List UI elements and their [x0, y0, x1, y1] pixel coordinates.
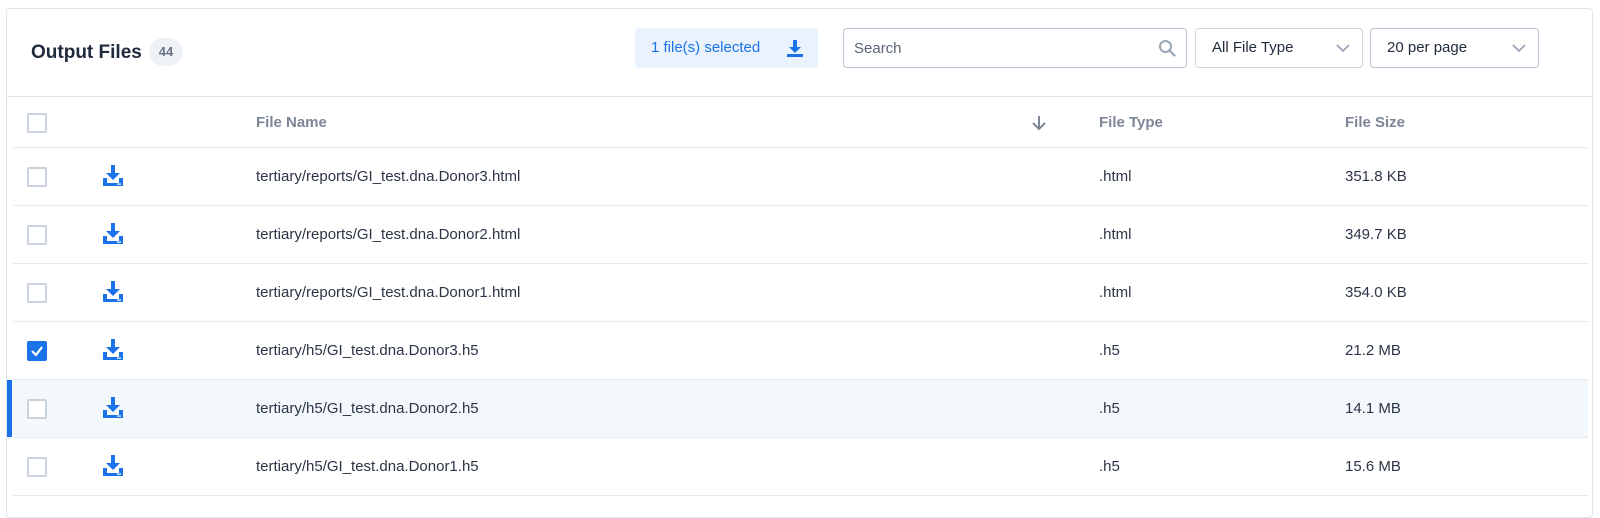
file-type-cell: .h5: [1099, 342, 1120, 359]
download-icon[interactable]: [101, 222, 125, 246]
table-row[interactable]: tertiary/h5/GI_test.dna.Donor2.h5 .h5 14.1…: [7, 380, 1588, 438]
file-size-cell: 354.0 KB: [1345, 284, 1407, 301]
file-type-select[interactable]: All File Type: [1195, 28, 1363, 68]
row-checkbox[interactable]: [27, 341, 47, 361]
output-files-panel: Output Files 44 1 file(s) selected All F…: [6, 8, 1593, 518]
row-checkbox[interactable]: [27, 457, 47, 477]
download-icon[interactable]: [101, 164, 125, 188]
search-box: [843, 28, 1187, 68]
download-icon[interactable]: [101, 454, 125, 478]
file-type-cell: .h5: [1099, 400, 1120, 417]
file-type-cell: .html: [1099, 284, 1132, 301]
row-checkbox[interactable]: [27, 399, 47, 419]
table-row[interactable]: tertiary/reports/GI_test.dna.Donor3.html…: [13, 148, 1588, 206]
file-size-cell: 351.8 KB: [1345, 168, 1407, 185]
page-size-value: 20 per page: [1387, 39, 1468, 56]
file-name-cell: tertiary/h5/GI_test.dna.Donor1.h5: [256, 458, 479, 475]
sort-desc-icon[interactable]: [1030, 113, 1048, 133]
file-name-cell: tertiary/reports/GI_test.dna.Donor3.html: [256, 168, 521, 185]
column-header-file-size[interactable]: File Size: [1345, 114, 1405, 131]
table-row[interactable]: tertiary/reports/GI_test.dna.Donor1.html…: [13, 264, 1588, 322]
file-type-value: All File Type: [1212, 39, 1294, 56]
file-name-cell: tertiary/reports/GI_test.dna.Donor2.html: [256, 226, 521, 243]
page-title: Output Files: [31, 42, 142, 63]
search-input[interactable]: [854, 29, 1154, 67]
check-icon: [31, 346, 43, 357]
file-size-cell: 15.6 MB: [1345, 458, 1401, 475]
download-selected-button[interactable]: 1 file(s) selected: [635, 28, 818, 68]
download-icon: [787, 40, 803, 57]
row-checkbox[interactable]: [27, 225, 47, 245]
row-checkbox[interactable]: [27, 283, 47, 303]
row-highlight-bar: [7, 380, 12, 437]
download-icon[interactable]: [101, 396, 125, 420]
table-body: tertiary/reports/GI_test.dna.Donor3.html…: [7, 148, 1588, 496]
chevron-down-icon: [1336, 44, 1350, 53]
file-size-cell: 14.1 MB: [1345, 400, 1401, 417]
table-row[interactable]: tertiary/h5/GI_test.dna.Donor1.h5 .h5 15.6…: [13, 438, 1588, 496]
table-row[interactable]: tertiary/reports/GI_test.dna.Donor2.html…: [13, 206, 1588, 264]
files-table: File Name File Type File Size tertiary/r…: [7, 97, 1588, 496]
column-header-file-name[interactable]: File Name: [256, 114, 327, 131]
table-row[interactable]: tertiary/h5/GI_test.dna.Donor3.h5 .h5 21.2…: [13, 322, 1588, 380]
select-all-checkbox[interactable]: [27, 113, 47, 133]
selected-count-label: 1 file(s) selected: [651, 39, 761, 56]
file-type-cell: .html: [1099, 226, 1132, 243]
file-size-cell: 21.2 MB: [1345, 342, 1401, 359]
file-type-cell: .html: [1099, 168, 1132, 185]
download-icon[interactable]: [101, 338, 125, 362]
file-size-cell: 349.7 KB: [1345, 226, 1407, 243]
file-type-cell: .h5: [1099, 458, 1120, 475]
row-checkbox[interactable]: [27, 167, 47, 187]
file-count-badge: 44: [149, 38, 183, 66]
file-name-cell: tertiary/h5/GI_test.dna.Donor2.h5: [256, 400, 479, 417]
search-icon[interactable]: [1158, 39, 1176, 57]
column-header-file-type[interactable]: File Type: [1099, 114, 1163, 131]
file-name-cell: tertiary/h5/GI_test.dna.Donor3.h5: [256, 342, 479, 359]
page-size-select[interactable]: 20 per page: [1370, 28, 1539, 68]
chevron-down-icon: [1512, 44, 1526, 53]
download-icon[interactable]: [101, 280, 125, 304]
panel-header: Output Files 44 1 file(s) selected All F…: [7, 9, 1592, 97]
file-name-cell: tertiary/reports/GI_test.dna.Donor1.html: [256, 284, 521, 301]
table-header-row: File Name File Type File Size: [13, 97, 1588, 148]
